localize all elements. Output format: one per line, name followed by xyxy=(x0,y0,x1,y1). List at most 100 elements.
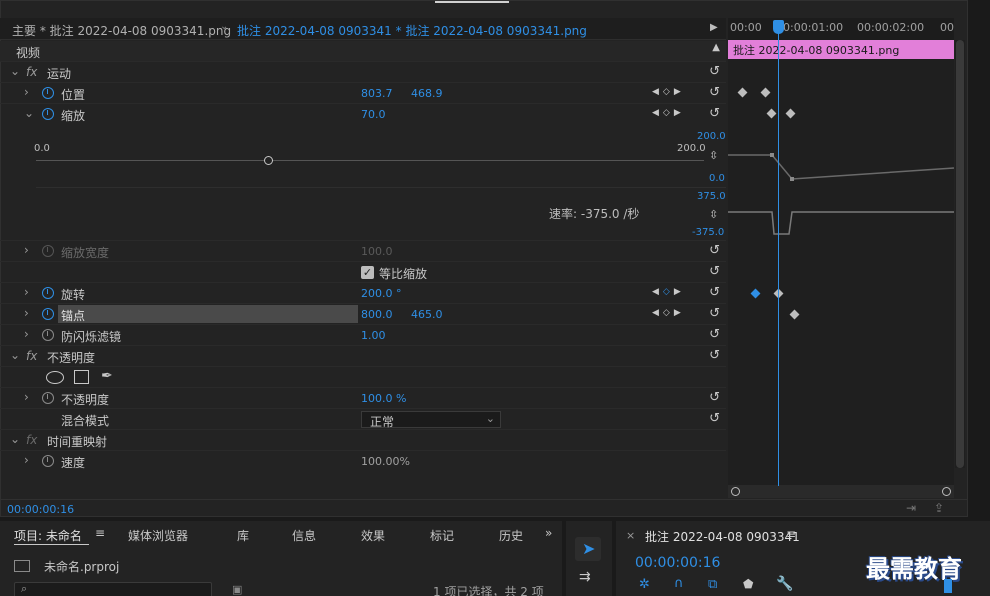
expand-chevron-icon[interactable]: › xyxy=(24,390,29,404)
stopwatch-icon[interactable] xyxy=(42,392,54,404)
collapse-chevron-icon[interactable]: ⌄ xyxy=(10,64,20,78)
scale-slider-thumb[interactable] xyxy=(264,156,273,165)
selection-tool[interactable]: ➤ xyxy=(575,537,601,561)
snap-icon[interactable]: ✲ xyxy=(639,577,650,592)
reset-icon[interactable]: ↺ xyxy=(709,106,720,121)
expand-chevron-icon[interactable]: › xyxy=(24,306,29,320)
keyframe-navigator[interactable]: ◀◇▶ xyxy=(652,87,685,97)
keyframe-navigator[interactable]: ◀◇▶ xyxy=(652,287,685,297)
scale-value[interactable]: 70.0 xyxy=(361,108,386,121)
keyframe-marker[interactable] xyxy=(785,108,796,119)
collapse-chevron-icon[interactable]: ⌄ xyxy=(10,348,20,362)
new-bin-icon[interactable]: ▣ xyxy=(232,583,242,596)
keyframe-marker[interactable] xyxy=(750,288,761,299)
project-search-input[interactable]: ⌕ xyxy=(14,582,212,596)
graph-fit-icon[interactable]: ⇳ xyxy=(709,149,718,162)
vertical-scrollbar[interactable] xyxy=(955,40,965,468)
tab-master-clip[interactable]: 主要 * 批注 2022-04-08 0903341.png xyxy=(12,22,231,39)
flicker-value[interactable]: 1.00 xyxy=(361,329,386,342)
collapse-chevron-icon[interactable]: ⌄ xyxy=(10,432,20,446)
keyframe-marker[interactable] xyxy=(766,108,777,119)
reset-icon[interactable]: ↺ xyxy=(709,411,720,426)
expand-chevron-icon[interactable]: › xyxy=(24,327,29,341)
timeline-zoom-scrollbar[interactable] xyxy=(728,485,954,498)
stopwatch-icon[interactable] xyxy=(42,308,54,320)
position-y-value[interactable]: 468.9 xyxy=(411,87,443,100)
anchor-label[interactable]: 锚点 xyxy=(61,307,85,324)
time-ruler[interactable]: 00:00 00:00:01:00 00:00:02:00 00 xyxy=(728,18,954,40)
scale-graph[interactable] xyxy=(728,130,954,250)
slider-min-label: 0.0 xyxy=(34,143,50,154)
tab-history[interactable]: 历史 xyxy=(499,527,523,544)
program-timecode[interactable]: 00:00:00:16 xyxy=(635,555,720,571)
clip-bar[interactable]: 批注 2022-04-08 0903341.png xyxy=(728,40,954,59)
hamburger-menu-icon[interactable]: ≡ xyxy=(95,526,105,540)
close-icon[interactable]: × xyxy=(626,529,635,542)
stopwatch-icon[interactable] xyxy=(42,329,54,341)
playhead-line[interactable] xyxy=(778,22,779,486)
wrench-icon[interactable]: 🔧 xyxy=(776,576,793,592)
tab-media-browser[interactable]: 媒体浏览器 xyxy=(128,527,188,544)
reset-icon[interactable]: ↺ xyxy=(709,327,720,342)
fx-badge-icon[interactable]: fx xyxy=(26,65,37,79)
pen-mask-icon[interactable]: ✒ xyxy=(101,368,113,384)
expand-chevron-icon[interactable]: › xyxy=(24,453,29,467)
tab-project[interactable]: 项目: 未命名 xyxy=(14,527,82,544)
velocity-fit-icon[interactable]: ⇳ xyxy=(709,208,718,221)
program-title[interactable]: 批注 2022-04-08 0903341 xyxy=(645,528,800,545)
blend-mode-select[interactable]: 正常 ⌄ xyxy=(361,411,501,429)
anchor-y-value[interactable]: 465.0 xyxy=(411,308,443,321)
zoom-handle-right[interactable] xyxy=(942,487,951,496)
tab-libraries[interactable]: 库 xyxy=(237,527,249,544)
scroll-up-icon[interactable]: ▲ xyxy=(712,42,720,53)
tab-info[interactable]: 信息 xyxy=(292,527,316,544)
keyframe-navigator[interactable]: ◀◇▶ xyxy=(652,308,685,318)
tab-dropdown-icon[interactable]: ⌄ xyxy=(220,21,228,32)
tab-sequence-clip[interactable]: 批注 2022-04-08 0903341 * 批注 2022-04-08 09… xyxy=(237,22,587,39)
ellipse-mask-icon[interactable] xyxy=(46,371,64,384)
share-icon[interactable]: ⇪ xyxy=(934,501,944,515)
hamburger-menu-icon[interactable]: ≡ xyxy=(786,527,796,541)
scrollbar-thumb[interactable] xyxy=(956,40,964,468)
keyframe-navigator[interactable]: ◀◇▶ xyxy=(652,108,685,118)
keyframe-marker[interactable] xyxy=(737,87,748,98)
stopwatch-icon[interactable] xyxy=(42,455,54,467)
anchor-x-value[interactable]: 800.0 xyxy=(361,308,393,321)
uniform-scale-checkbox[interactable]: ✓ xyxy=(361,266,374,279)
tab-markers[interactable]: 标记 xyxy=(430,527,454,544)
zoom-handle-left[interactable] xyxy=(731,487,740,496)
keyframe-marker[interactable] xyxy=(789,309,800,320)
reset-icon[interactable]: ↺ xyxy=(709,64,720,79)
playhead-handle[interactable] xyxy=(773,20,784,34)
stopwatch-icon[interactable] xyxy=(42,108,54,120)
tab-effects[interactable]: 效果 xyxy=(361,527,385,544)
reset-icon[interactable]: ↺ xyxy=(709,306,720,321)
expand-chevron-icon[interactable]: › xyxy=(24,85,29,99)
magnet-icon[interactable]: ∩ xyxy=(674,576,684,591)
more-tabs-icon[interactable]: » xyxy=(545,526,552,540)
reset-icon[interactable]: ↺ xyxy=(709,243,720,258)
fx-badge-icon[interactable]: fx xyxy=(26,349,37,363)
linked-selection-icon[interactable]: ⧉ xyxy=(708,577,717,592)
position-x-value[interactable]: 803.7 xyxy=(361,87,393,100)
reset-icon[interactable]: ↺ xyxy=(709,348,720,363)
play-only-arrow-icon[interactable]: ▶ xyxy=(710,22,718,33)
scale-slider-track[interactable] xyxy=(36,160,704,161)
rectangle-mask-icon[interactable] xyxy=(74,370,89,384)
reset-icon[interactable]: ↺ xyxy=(709,85,720,100)
stopwatch-icon[interactable] xyxy=(42,87,54,99)
export-frame-icon[interactable]: ⇥ xyxy=(906,501,916,515)
collapse-chevron-icon[interactable]: ⌄ xyxy=(24,106,34,120)
reset-icon[interactable]: ↺ xyxy=(709,264,720,279)
stopwatch-icon[interactable] xyxy=(42,287,54,299)
marker-icon[interactable]: ⬟ xyxy=(743,577,753,591)
current-time[interactable]: 00:00:00:16 xyxy=(7,503,74,516)
program-playhead[interactable] xyxy=(944,579,952,593)
expand-chevron-icon[interactable]: › xyxy=(24,285,29,299)
reset-icon[interactable]: ↺ xyxy=(709,390,720,405)
rotation-value[interactable]: 200.0 ° xyxy=(361,287,402,300)
keyframe-marker[interactable] xyxy=(760,87,771,98)
track-select-icon[interactable]: ⇉ xyxy=(579,569,591,585)
opacity-value[interactable]: 100.0 % xyxy=(361,392,406,405)
reset-icon[interactable]: ↺ xyxy=(709,285,720,300)
